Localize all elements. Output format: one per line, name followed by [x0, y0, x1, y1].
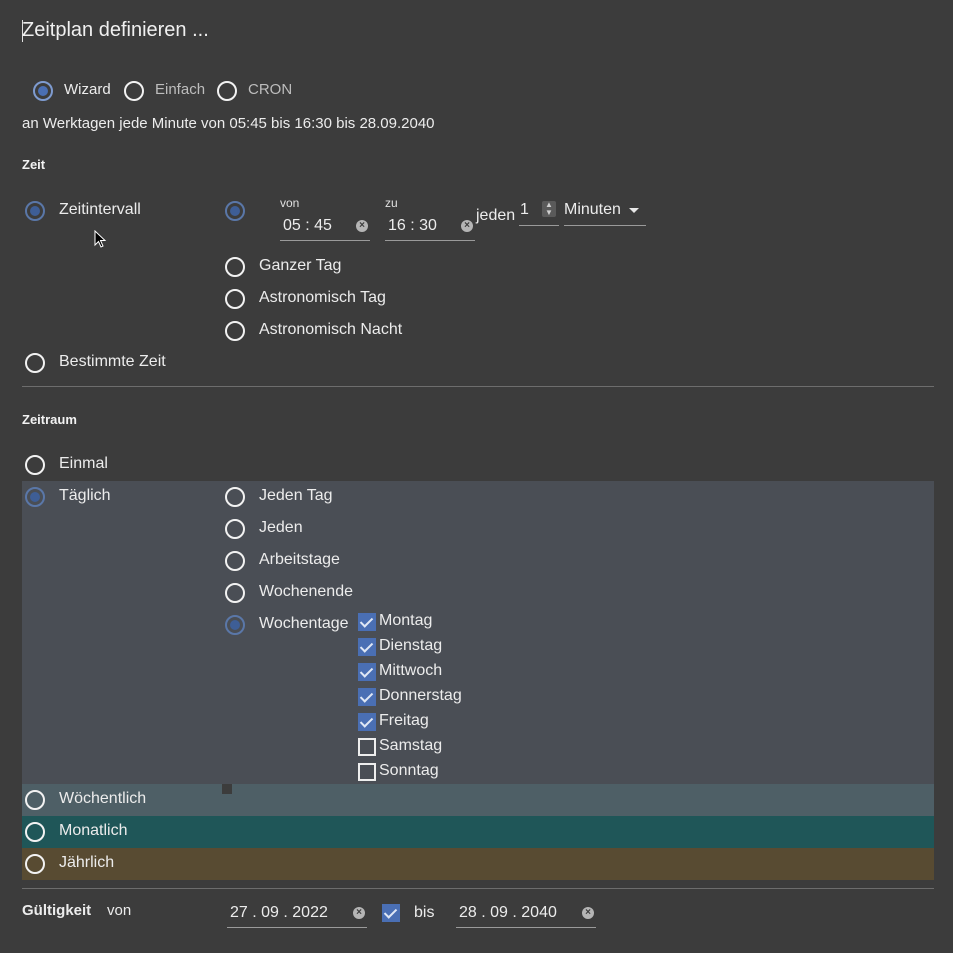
validity-to-date-value: 28 . 09 . 2040 [459, 904, 557, 921]
astronomisch-nacht-radio[interactable] [225, 321, 245, 341]
ganzer-tag-radio[interactable] [225, 257, 245, 277]
jeden-tag-label: Jeden Tag [259, 487, 333, 504]
jeden-radio[interactable] [225, 519, 245, 539]
interval-time-radio[interactable] [225, 201, 245, 221]
mouse-pointer-icon [94, 230, 107, 248]
taeglich-label: Täglich [59, 487, 111, 504]
chevron-down-icon [629, 208, 639, 213]
weekday-label: Sonntag [379, 762, 439, 779]
divider [22, 888, 934, 889]
to-date-clear-icon[interactable]: × [582, 907, 594, 919]
jeden-tag-radio[interactable] [225, 487, 245, 507]
validity-from-date-value: 27 . 09 . 2022 [230, 904, 328, 921]
mode-wizard-radio[interactable] [33, 81, 53, 101]
taeglich-radio[interactable] [25, 487, 45, 507]
jaehrlich-row [22, 848, 934, 880]
checkbox-mittwoch[interactable] [358, 663, 376, 681]
divider [22, 386, 934, 387]
woechentlich-row [22, 784, 934, 816]
jaehrlich-label: Jährlich [59, 854, 115, 871]
zu-time-value: 16 : 30 [388, 217, 437, 234]
checkbox-montag[interactable] [358, 613, 376, 631]
ganzer-tag-label: Ganzer Tag [259, 257, 342, 274]
monatlich-row [22, 816, 934, 848]
number-spinner-icon[interactable]: ▲ ▼ [542, 201, 556, 217]
mode-cron-label: CRON [248, 81, 293, 98]
mode-einfach-radio[interactable] [124, 81, 144, 101]
bis-checkbox[interactable] [382, 904, 400, 922]
checkbox-dienstag[interactable] [358, 638, 376, 656]
resize-handle[interactable] [222, 784, 232, 794]
weekday-label: Dienstag [379, 637, 443, 654]
checkbox-donnerstag[interactable] [358, 688, 376, 706]
woechentlich-label: Wöchentlich [59, 790, 147, 807]
wochenende-label: Wochenende [259, 583, 353, 600]
von-clear-icon[interactable]: × [356, 220, 368, 232]
weekday-label: Mittwoch [379, 662, 443, 679]
mode-cron-radio[interactable] [217, 81, 237, 101]
bestimmte-zeit-label: Bestimmte Zeit [59, 353, 166, 370]
zu-label: zu [385, 196, 398, 210]
from-date-clear-icon[interactable]: × [353, 907, 365, 919]
validity-title: Gültigkeit [22, 902, 92, 919]
zeitintervall-label: Zeitintervall [59, 201, 141, 218]
monatlich-radio[interactable] [25, 822, 45, 842]
validity-von-label: von [107, 902, 132, 919]
arbeitstage-radio[interactable] [225, 551, 245, 571]
checkbox-samstag[interactable] [358, 738, 376, 756]
weekday-label: Montag [379, 612, 433, 629]
zu-clear-icon[interactable]: × [461, 220, 473, 232]
von-time-value: 05 : 45 [283, 217, 332, 234]
unit-select-value: Minuten [564, 201, 621, 218]
section-title-zeitraum: Zeitraum [22, 412, 77, 427]
astronomisch-tag-radio[interactable] [225, 289, 245, 309]
mode-wizard-label: Wizard [64, 81, 111, 98]
schedule-summary: an Werktagen jede Minute von 05:45 bis 1… [22, 115, 435, 132]
einmal-radio[interactable] [25, 455, 45, 475]
validity-bis-label: bis [414, 904, 435, 921]
weekday-label: Freitag [379, 712, 429, 729]
astronomisch-nacht-label: Astronomisch Nacht [259, 321, 403, 338]
checkbox-sonntag[interactable] [358, 763, 376, 781]
wochenende-radio[interactable] [225, 583, 245, 603]
taeglich-panel [22, 481, 934, 784]
woechentlich-radio[interactable] [25, 790, 45, 810]
wochentage-label: Wochentage [259, 615, 349, 632]
page-title: Zeitplan definieren ... [22, 19, 209, 41]
validity-to-date-input[interactable]: 28 . 09 . 2040 [456, 900, 596, 928]
wochentage-radio[interactable] [225, 615, 245, 635]
bestimmte-zeit-radio[interactable] [25, 353, 45, 373]
weekday-label: Samstag [379, 737, 443, 754]
jaehrlich-radio[interactable] [25, 854, 45, 874]
zeitintervall-radio[interactable] [25, 201, 45, 221]
weekday-label: Donnerstag [379, 687, 462, 704]
astronomisch-tag-label: Astronomisch Tag [259, 289, 386, 306]
validity-from-date-input[interactable]: 27 . 09 . 2022 [227, 900, 367, 928]
monatlich-label: Monatlich [59, 822, 128, 839]
checkbox-freitag[interactable] [358, 713, 376, 731]
jeden-option-label: Jeden [259, 519, 303, 536]
section-title-zeit: Zeit [22, 157, 46, 172]
arbeitstage-label: Arbeitstage [259, 551, 340, 568]
von-label: von [280, 196, 300, 210]
mode-einfach-label: Einfach [155, 81, 206, 98]
einmal-label: Einmal [59, 455, 108, 472]
jeden-number-value: 1 [520, 201, 529, 218]
jeden-label: jeden [476, 207, 516, 224]
